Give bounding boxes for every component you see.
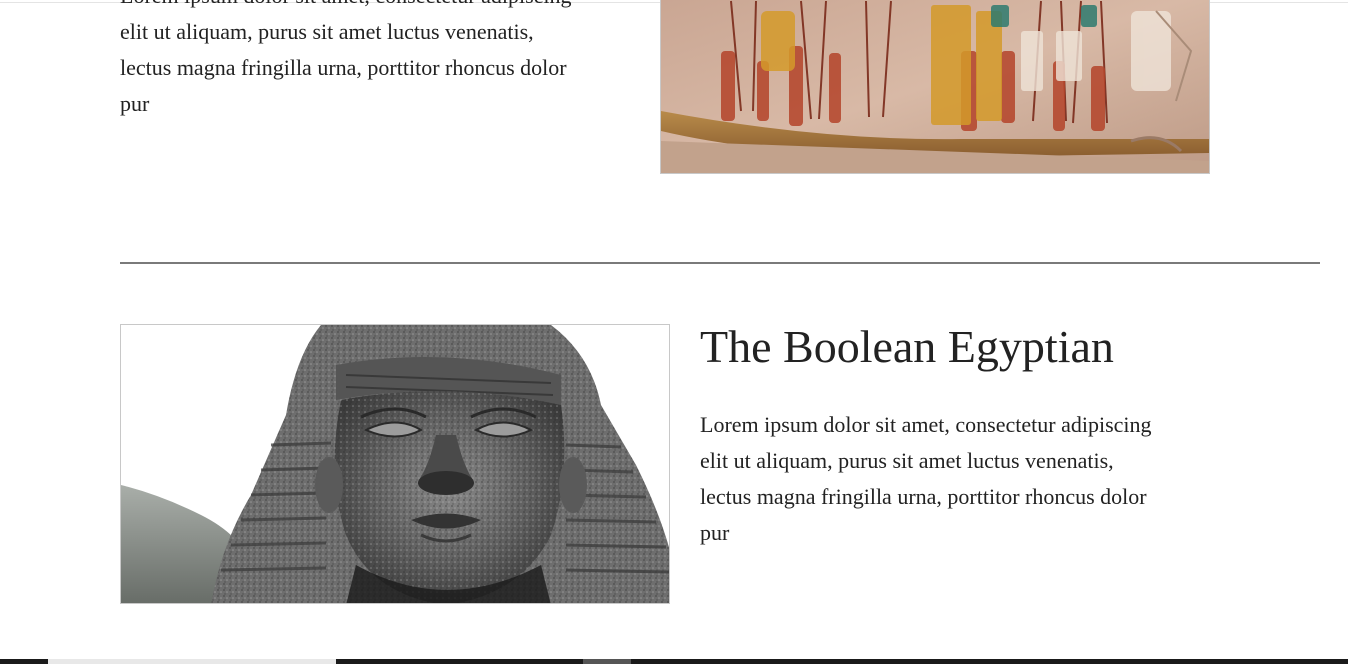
bottom-bar	[0, 659, 1348, 664]
article-body-text: Lorem ipsum dolor sit amet, consectetur …	[700, 407, 1210, 551]
article-body-line-4: pur	[700, 520, 730, 545]
article-top-line-1: Lorem ipsum dolor sit amet, consectetur …	[120, 0, 572, 8]
bottom-bar-segment	[48, 659, 336, 664]
article-top-line-2: elit ut aliquam, purus sit amet luctus v…	[120, 19, 534, 44]
article-top-line-3: lectus magna fringilla urna, porttitor r…	[120, 55, 567, 80]
article-body-line-2: elit ut aliquam, purus sit amet luctus v…	[700, 448, 1114, 473]
pharaoh-statue-image	[120, 324, 670, 604]
page: Lorem ipsum dolor sit amet, consectetur …	[0, 0, 1348, 664]
article-top-line-4: pur	[120, 91, 150, 116]
article-top-text: Lorem ipsum dolor sit amet, consectetur …	[120, 0, 630, 122]
article-title: The Boolean Egyptian	[700, 321, 1114, 372]
bottom-bar-segment	[583, 659, 631, 664]
egyptian-relief-image	[660, 0, 1210, 174]
article-body-line-3: lectus magna fringilla urna, porttitor r…	[700, 484, 1147, 509]
article-body-line-1: Lorem ipsum dolor sit amet, consectetur …	[700, 412, 1152, 437]
section-divider	[120, 262, 1320, 264]
